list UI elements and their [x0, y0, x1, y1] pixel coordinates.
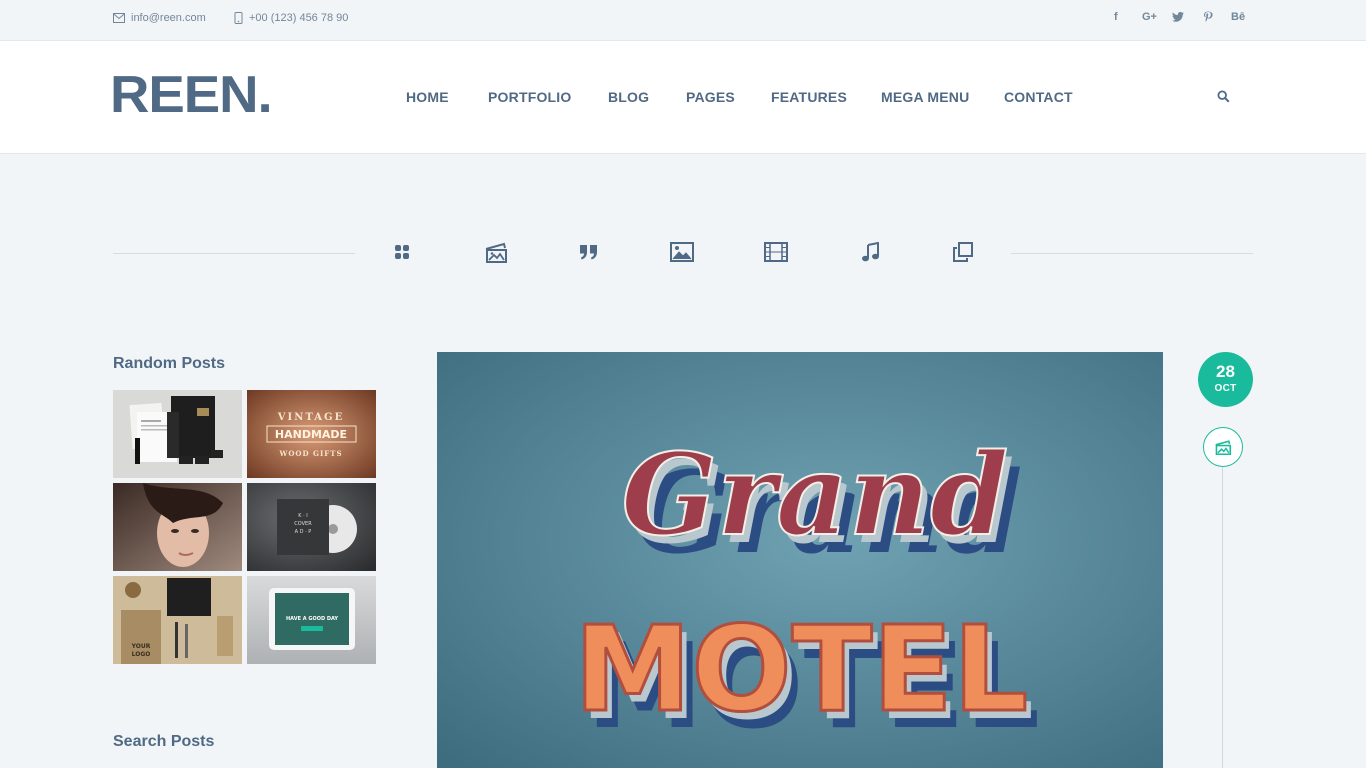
email-text: info@reen.com: [131, 12, 206, 24]
random-post-thumb-vintage[interactable]: VINTAGE HANDMADE WOOD GIFTS: [247, 390, 376, 478]
random-post-thumb-branding[interactable]: YOUR LOGO: [113, 576, 242, 664]
post-date-badge: 28 OCT: [1198, 352, 1253, 407]
random-post-thumb-stationery[interactable]: [113, 390, 242, 478]
svg-text:COVER: COVER: [294, 521, 312, 527]
nav-mega-menu[interactable]: MEGA MENU: [881, 89, 969, 105]
svg-text:A D · P: A D · P: [295, 529, 312, 535]
phone-contact[interactable]: +00 (123) 456 78 90: [234, 12, 348, 24]
site-logo[interactable]: REEN.: [110, 69, 273, 121]
site-header: REEN. HOME PORTFOLIO BLOG PAGES FEATURES…: [0, 41, 1366, 154]
svg-text:YOUR: YOUR: [131, 643, 151, 650]
vintage-top-text: VINTAGE: [277, 412, 344, 423]
image-gallery-icon: [1215, 440, 1232, 455]
divider-right: [1011, 253, 1253, 254]
random-posts-title: Random Posts: [113, 355, 226, 372]
nav-home[interactable]: HOME: [406, 89, 449, 105]
image-icon[interactable]: [670, 240, 694, 264]
nav-blog[interactable]: BLOG: [608, 89, 649, 105]
phone-icon: [234, 12, 243, 24]
nav-pages[interactable]: PAGES: [686, 89, 735, 105]
tablet-text: HAVE A GOOD DAY: [286, 616, 338, 622]
nav-portfolio[interactable]: PORTFOLIO: [488, 89, 571, 105]
vintage-mid-text: HANDMADE: [275, 428, 347, 441]
svg-text:LOGO: LOGO: [132, 651, 151, 658]
post-featured-image[interactable]: Grand Grand Grand MOTEL MOTEL MOTEL: [437, 352, 1163, 768]
copy-icon[interactable]: [951, 240, 975, 264]
svg-text:K · I: K · I: [298, 513, 308, 519]
google-plus-icon[interactable]: G+: [1142, 11, 1157, 23]
facebook-icon[interactable]: f: [1114, 11, 1118, 23]
nav-contact[interactable]: CONTACT: [1004, 89, 1073, 105]
random-post-thumb-tablet[interactable]: HAVE A GOOD DAY: [247, 576, 376, 664]
music-icon[interactable]: [858, 240, 882, 264]
grand-text: Grand: [622, 430, 1009, 561]
random-post-thumb-portrait[interactable]: [113, 483, 242, 571]
random-post-thumb-cd[interactable]: K · I COVER A D · P: [247, 483, 376, 571]
post-format-badge[interactable]: [1203, 427, 1243, 467]
film-icon[interactable]: [764, 240, 788, 264]
vintage-bottom-text: WOOD GIFTS: [278, 449, 342, 458]
motel-text: MOTEL: [574, 600, 1028, 738]
top-bar: info@reen.com +00 (123) 456 78 90 f G+ B…: [0, 0, 1366, 41]
behance-icon[interactable]: Bē: [1231, 11, 1245, 23]
search-posts-title: Search Posts: [113, 733, 215, 750]
image-gallery-icon[interactable]: [484, 240, 508, 264]
pinterest-icon[interactable]: [1203, 11, 1213, 26]
date-month: OCT: [1214, 383, 1237, 394]
divider-left: [113, 253, 355, 254]
grid-icon[interactable]: [390, 240, 414, 264]
envelope-icon: [113, 13, 125, 23]
timeline-line: [1222, 467, 1223, 768]
email-contact[interactable]: info@reen.com: [113, 12, 206, 24]
quote-icon[interactable]: [577, 240, 601, 264]
search-icon[interactable]: [1217, 90, 1230, 108]
date-day: 28: [1216, 362, 1235, 381]
nav-features[interactable]: FEATURES: [771, 89, 847, 105]
twitter-icon[interactable]: [1172, 11, 1184, 25]
phone-text: +00 (123) 456 78 90: [249, 12, 349, 24]
